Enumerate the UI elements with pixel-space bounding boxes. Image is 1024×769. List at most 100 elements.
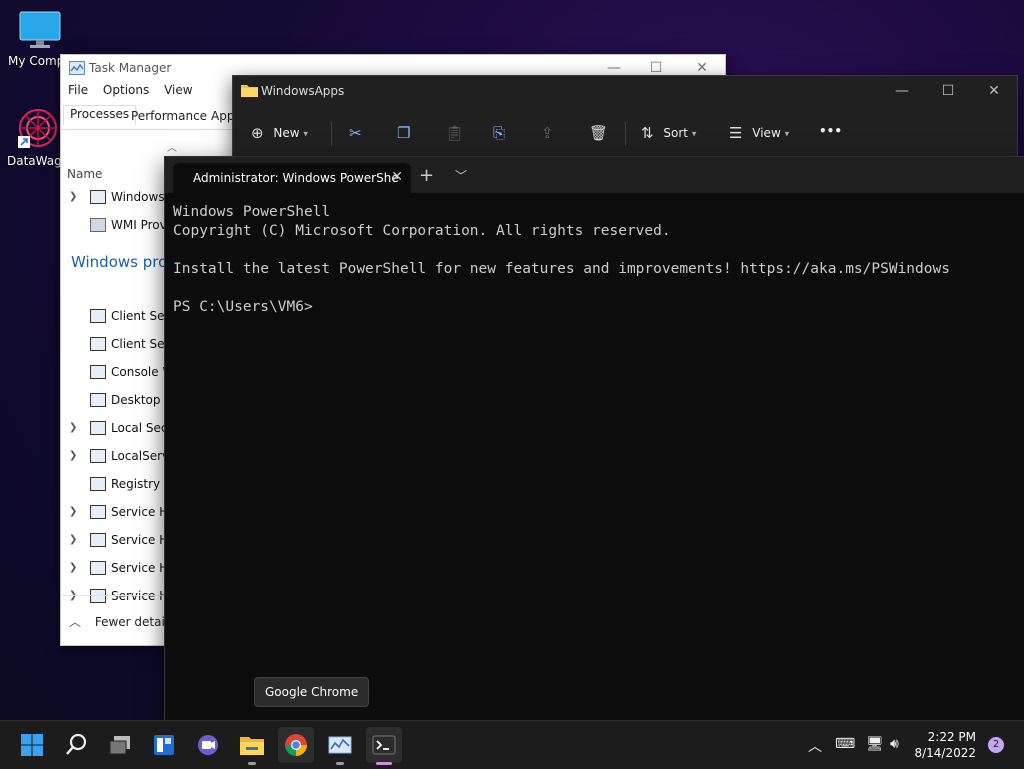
table-row[interactable]: Console W	[61, 359, 174, 387]
chevron-right-icon[interactable]: ❯	[69, 450, 77, 461]
keyboard-icon[interactable]: ⌨	[835, 736, 855, 752]
terminal-output[interactable]: Windows PowerShell Copyright (C) Microsof…	[173, 203, 950, 317]
table-row[interactable]: ❯ Windows	[61, 184, 171, 212]
minimize-button[interactable]: —	[879, 80, 925, 102]
teams-chat-button[interactable]	[190, 727, 226, 763]
close-tab-icon[interactable]: ✕	[391, 169, 403, 185]
view-button[interactable]: ☰ View ▾	[729, 124, 789, 142]
terminal-taskbar-button[interactable]	[366, 727, 402, 765]
clock[interactable]: 2:22 PM 8/14/2022	[914, 729, 976, 761]
rename-icon: ⎘	[493, 124, 506, 142]
table-row[interactable]: ❯ LocalServi	[61, 443, 172, 471]
process-icon	[90, 561, 106, 575]
table-row[interactable]: WMI Prov	[61, 212, 171, 240]
chevron-down-icon[interactable]: ﹀	[455, 167, 467, 184]
file-explorer-taskbar-button[interactable]	[234, 727, 270, 765]
maximize-button[interactable]: ☐	[925, 80, 971, 102]
process-icon	[90, 505, 106, 519]
chrome-icon	[285, 734, 307, 756]
table-row[interactable]: Client Serv	[61, 303, 177, 331]
chevron-down-icon: ▾	[303, 129, 308, 140]
widgets-button[interactable]	[146, 727, 182, 763]
terminal-tab[interactable]: Administrator: Windows PowerShe ✕	[173, 163, 411, 193]
paste-button[interactable]: 📋︎	[445, 124, 464, 142]
terminal-tab-title: Administrator: Windows PowerShe	[193, 171, 399, 185]
menu-view[interactable]: View	[164, 83, 192, 97]
chevron-down-icon: ▾	[691, 129, 697, 140]
more-options-button[interactable]: •••	[819, 124, 842, 138]
terminal-tab-strip: Administrator: Windows PowerShe ✕ + ﹀	[165, 157, 1024, 193]
column-header-name[interactable]: Name	[67, 167, 102, 181]
windows-logo-icon	[21, 734, 43, 756]
widgets-icon	[154, 735, 174, 755]
search-button[interactable]	[58, 727, 94, 763]
taskbar: ︿ ⌨ 🖥︎ 🔊︎ 2:22 PM 8/14/2022 2	[0, 720, 1024, 769]
copy-button[interactable]: ❐	[397, 124, 410, 142]
chevron-up-icon[interactable]: ︿	[808, 736, 822, 756]
sort-icon: ⇅	[641, 124, 654, 142]
add-circle-icon: ⊕	[251, 124, 264, 142]
datawagon-icon	[18, 109, 57, 148]
process-icon	[90, 589, 106, 603]
chevron-right-icon[interactable]: ❯	[69, 562, 77, 573]
process-icon	[90, 477, 106, 491]
chrome-taskbar-button[interactable]	[278, 727, 314, 763]
scissors-icon: ✂	[349, 124, 362, 142]
tab-processes[interactable]: Processes	[63, 105, 137, 125]
rename-button[interactable]: ⎘	[493, 124, 505, 142]
table-row[interactable]: ❯ Service Ho	[61, 583, 176, 611]
folder-icon	[240, 737, 264, 755]
task-manager-icon	[69, 61, 85, 75]
chevron-right-icon[interactable]: ❯	[69, 506, 77, 517]
close-button[interactable]: ✕	[971, 80, 1017, 102]
table-row[interactable]: Desktop W	[61, 387, 176, 415]
notification-badge[interactable]: 2	[988, 737, 1004, 753]
chevron-down-icon: ▾	[784, 129, 790, 140]
menu-file[interactable]: File	[68, 83, 88, 97]
task-view-button[interactable]	[102, 727, 138, 763]
sort-label: Sort	[663, 125, 689, 140]
process-icon	[90, 393, 106, 407]
new-tab-plus-icon[interactable]: +	[419, 165, 434, 186]
console-line: Install the latest PowerShell for new fe…	[173, 261, 950, 277]
task-manager-taskbar-button[interactable]	[322, 727, 358, 765]
tab-app-history[interactable]: App	[211, 109, 234, 123]
volume-icon[interactable]: 🔊︎	[890, 736, 899, 752]
cut-button[interactable]: ✂	[349, 124, 362, 142]
fewer-details-button[interactable]: ︿ Fewer details	[69, 613, 174, 630]
start-button[interactable]	[14, 727, 50, 763]
console-line: Windows PowerShell	[173, 204, 331, 220]
chevron-right-icon[interactable]: ❯	[69, 534, 77, 545]
new-button[interactable]: ⊕ New ▾	[251, 124, 308, 142]
table-row[interactable]: ❯ Service Ho	[61, 527, 176, 555]
table-row[interactable]: Registry	[61, 471, 171, 499]
share-button[interactable]: ⇪	[541, 124, 554, 142]
wmi-icon	[90, 218, 106, 232]
new-label: New	[273, 125, 300, 140]
table-row[interactable]: ❯ Local Secu	[61, 415, 175, 443]
window-title: Task Manager	[89, 61, 172, 75]
chevron-right-icon[interactable]: ❯	[69, 422, 77, 433]
trash-icon: 🗑︎	[589, 124, 609, 142]
chevron-right-icon[interactable]: ❯	[69, 191, 77, 202]
table-row[interactable]: Client Serv	[61, 331, 177, 359]
sort-button[interactable]: ⇅ Sort ▾	[641, 124, 696, 142]
divider	[331, 122, 332, 146]
process-icon	[90, 337, 106, 351]
group-heading-windows-processes: Windows pro	[71, 253, 168, 271]
delete-button[interactable]: 🗑︎	[589, 124, 608, 142]
fewer-details-label: Fewer details	[94, 615, 175, 629]
network-icon[interactable]: 🖥︎	[866, 736, 884, 752]
task-manager-icon	[328, 736, 352, 754]
tab-performance[interactable]: Performance	[131, 109, 207, 123]
process-icon	[90, 533, 106, 547]
sort-chevron-up-icon: ︿	[167, 143, 177, 154]
clock-time: 2:22 PM	[927, 730, 976, 744]
folder-icon	[241, 85, 258, 97]
menu-options[interactable]: Options	[103, 83, 149, 97]
table-row[interactable]: ❯ Service Ho	[61, 555, 176, 583]
process-icon	[90, 309, 106, 323]
table-row[interactable]: ❯ Service Ho	[61, 499, 176, 527]
terminal-window[interactable]: Administrator: Windows PowerShe ✕ + ﹀ Wi…	[164, 156, 1024, 722]
